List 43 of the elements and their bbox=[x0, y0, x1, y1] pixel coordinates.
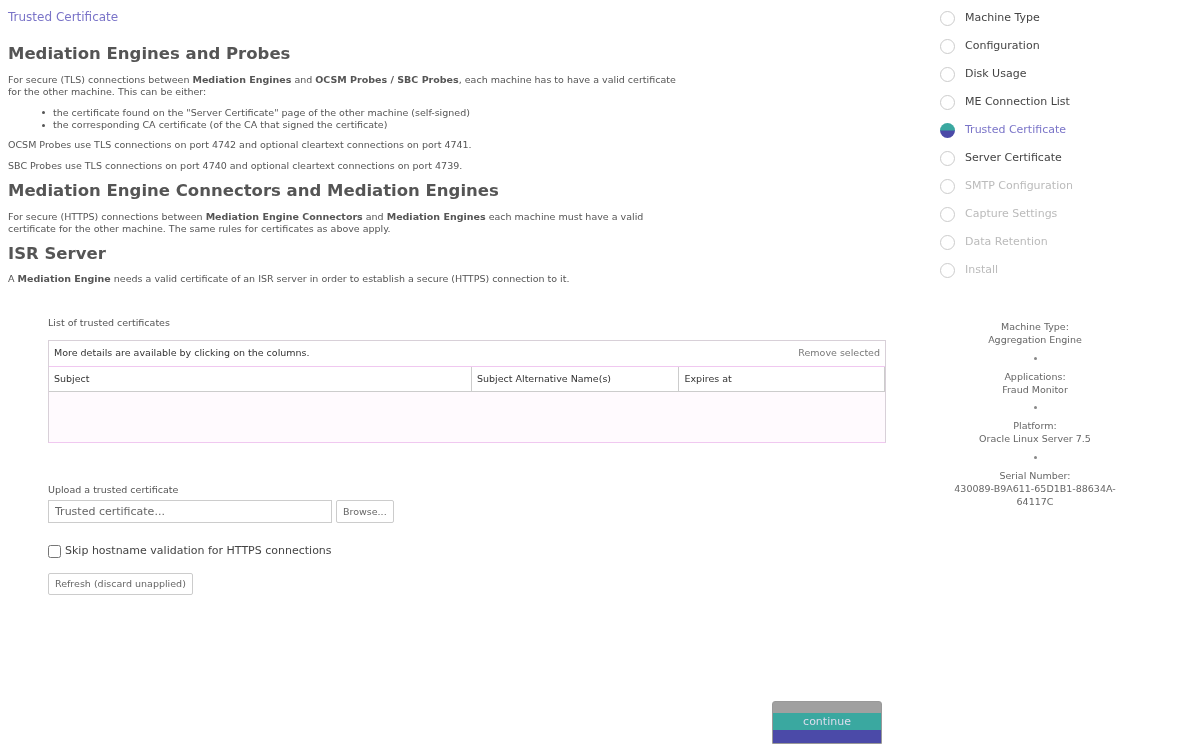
section-heading: Mediation Engines and Probes bbox=[8, 44, 292, 64]
remove-selected-button[interactable]: Remove selected bbox=[798, 346, 880, 361]
column-header[interactable]: Expires at bbox=[679, 366, 885, 391]
browse-button[interactable]: Browse... bbox=[336, 500, 394, 524]
paragraph: OCSM Probes use TLS connections on port 4742 and optional cleartext connections on port 4741. bbox=[8, 139, 473, 152]
table-label: List of trusted certificates bbox=[48, 316, 171, 331]
wizard-step[interactable]: Machine Type bbox=[940, 4, 1194, 32]
page-title: Trusted Certificate bbox=[8, 9, 120, 26]
column-header[interactable]: Subject Alternative Name(s) bbox=[471, 366, 680, 391]
certificate-file-field[interactable]: Trusted certificate... bbox=[48, 500, 332, 524]
separator-dot bbox=[1033, 356, 1037, 360]
current-step-icon bbox=[940, 122, 955, 138]
bullet-item: the corresponding CA certificate (of the CA that signed the certificate) bbox=[53, 118, 388, 132]
bullet-icon bbox=[42, 111, 45, 115]
wizard-step[interactable]: Server Certificate bbox=[940, 144, 1194, 172]
separator-dot bbox=[1033, 406, 1037, 410]
paragraph: For secure (TLS) connections between Mediation Engines and OCSM Probes / SBC Probes, each machine has to have a valid certificate for the other machine. This can be either: bbox=[8, 73, 677, 98]
wizard-step[interactable]: ME Connection List bbox=[940, 88, 1194, 116]
wizard-step[interactable]: Disk Usage bbox=[940, 60, 1194, 88]
info-value: Aggregation Engine bbox=[987, 333, 1083, 347]
paragraph: SBC Probes use TLS connections on port 4740 and optional cleartext connections on port 4739. bbox=[8, 160, 464, 172]
info-label: Machine Type: bbox=[1000, 320, 1070, 334]
info-label: Platform: bbox=[1012, 419, 1058, 433]
skip-hostname-checkbox[interactable] bbox=[48, 544, 61, 558]
info-value: 430089-B9A611-65D1B1-88634A-64117C bbox=[953, 482, 1117, 509]
section-heading: ISR Server bbox=[8, 243, 107, 264]
paragraph: For secure (HTTPS) connections between Mediation Engine Connectors and Mediation Engines each machine must have a valid certificate for the other machine. The same rules for certificates as above apply. bbox=[8, 210, 645, 235]
checkbox-label: Skip hostname validation for HTTPS connections bbox=[65, 543, 332, 560]
bullet-icon bbox=[42, 123, 45, 127]
refresh-button[interactable]: Refresh (discard unapplied) bbox=[48, 572, 193, 595]
wizard-step[interactable]: Configuration bbox=[940, 32, 1194, 60]
info-value: Fraud Monitor bbox=[1001, 382, 1069, 397]
column-header[interactable]: Subject bbox=[49, 366, 472, 391]
info-label: Applications: bbox=[1003, 369, 1067, 383]
info-label: Serial Number: bbox=[998, 468, 1072, 483]
paragraph: A Mediation Engine needs a valid certificate of an ISR server in order to establish a secure (HTTPS) connection to it. bbox=[8, 273, 571, 286]
wizard-step[interactable]: Trusted Certificate bbox=[940, 116, 1194, 144]
upload-label: Upload a trusted certificate bbox=[48, 482, 180, 497]
separator-dot bbox=[1033, 455, 1037, 459]
bullet-item: the certificate found on the "Server Certificate" page of the other machine (self-signed) bbox=[53, 106, 470, 119]
table-hint: More details are available by clicking on the columns. bbox=[54, 346, 310, 361]
info-value: Oracle Linux Server 7.5 bbox=[978, 432, 1092, 446]
section-heading: Mediation Engine Connectors and Mediation Engines bbox=[8, 181, 500, 201]
